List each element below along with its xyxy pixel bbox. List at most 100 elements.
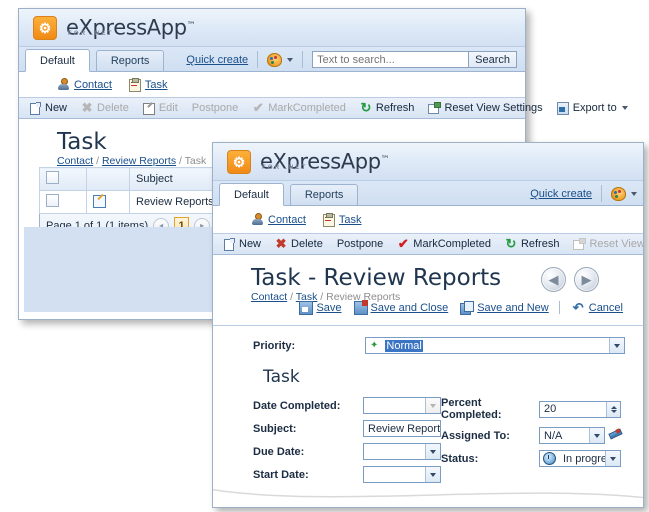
cancel-undo-icon: ↶ — [572, 300, 584, 315]
front-window: ⚙ eXpressApp™ FOR .NET Default Reports Q… — [212, 142, 644, 508]
tab-default[interactable]: Default — [25, 49, 90, 72]
toolbar-reset-label: Reset View Settings — [589, 238, 644, 250]
nav-link-contact[interactable]: Contact — [57, 78, 112, 91]
start-date-input[interactable] — [363, 466, 441, 483]
due-date-dropdown-button[interactable] — [425, 444, 440, 459]
save-and-close-button[interactable]: Save and Close — [353, 300, 449, 315]
toolbar-postpone-button[interactable]: Postpone — [187, 102, 243, 114]
screenshot-root: ⚙ eXpressApp™ FOR .NET Default Reports Q… — [0, 0, 649, 512]
nav-link-task[interactable]: Task — [322, 213, 362, 227]
back-button[interactable]: ◀ — [541, 267, 566, 292]
theme-palette-button[interactable] — [267, 53, 294, 67]
toolbar-edit-button[interactable]: Edit — [138, 102, 183, 115]
palette-icon — [611, 187, 626, 201]
save-and-new-button[interactable]: Save and New — [460, 301, 549, 315]
tab-reports[interactable]: Reports — [95, 50, 165, 71]
due-date-input[interactable] — [363, 443, 441, 460]
front-nav-strip: Contact Task — [213, 206, 643, 234]
save-and-close-label: Save and Close — [370, 301, 449, 314]
priority-bullet-icon: ✦ — [370, 340, 379, 351]
toolbar-markcompleted-button[interactable]: ✔ MarkCompleted — [392, 237, 496, 250]
toolbar-reset-view-settings-button[interactable]: Reset View Settings — [423, 102, 547, 114]
field-subject: Subject: Review Reports — [253, 420, 443, 437]
row-checkbox[interactable] — [46, 194, 59, 207]
toolbar-new-button[interactable]: New — [218, 238, 266, 251]
detail-action-bar: Save Save and Close Save and New ↶ Cance… — [253, 300, 623, 315]
quick-create-link[interactable]: Quick create — [186, 54, 248, 66]
toolbar-postpone-button[interactable]: Postpone — [332, 238, 388, 250]
priority-dropdown-button[interactable] — [609, 338, 624, 353]
front-brand-bar: ⚙ eXpressApp™ FOR .NET — [213, 143, 643, 181]
date-completed-input[interactable] — [363, 397, 441, 414]
back-toolbar: New ✖ Delete Edit Postpone ✔ MarkComplet… — [19, 98, 628, 119]
gear-logo-icon: ⚙ — [227, 149, 251, 174]
new-document-icon — [223, 238, 235, 251]
brand-text: eXpressApp™ FOR .NET — [260, 150, 390, 173]
quick-create-link[interactable]: Quick create — [530, 188, 592, 200]
back-tab-row: Default Reports Quick create Search — [19, 47, 525, 72]
reset-view-icon — [573, 238, 587, 250]
toolbar-export-to-button[interactable]: Export to — [552, 102, 633, 115]
search-button[interactable]: Search — [468, 51, 517, 68]
task-clipboard-icon — [128, 78, 141, 92]
breadcrumb-item-review-reports[interactable]: Review Reports — [102, 155, 176, 167]
toolbar-markcompleted-label: MarkCompleted — [413, 238, 491, 250]
nav-link-contact-label: Contact — [74, 78, 112, 91]
status-value: In progres — [563, 452, 605, 465]
toolbar-markcompleted-button[interactable]: ✔ MarkCompleted — [247, 100, 351, 115]
quantity-stepper[interactable] — [606, 401, 620, 417]
breadcrumb-item-contact[interactable]: Contact — [57, 155, 93, 167]
priority-combobox[interactable]: ✦ Normal — [365, 337, 625, 354]
edit-column-header — [86, 167, 130, 191]
percent-completed-label: Percent Completed: — [441, 397, 502, 421]
field-assigned-to: Assigned To: N/A — [441, 427, 629, 444]
edit-pencil-icon — [142, 102, 155, 115]
save-button[interactable]: Save — [299, 301, 342, 315]
status-combobox[interactable]: In progres — [539, 450, 621, 467]
toolbar-reset-view-settings-button[interactable]: Reset View Settings — [568, 238, 644, 250]
tab-default[interactable]: Default — [219, 183, 284, 206]
select-all-header[interactable] — [39, 167, 87, 191]
assigned-to-dropdown-button[interactable] — [589, 428, 604, 443]
save-and-close-icon — [353, 300, 368, 315]
new-document-icon — [29, 102, 41, 115]
brand-text: eXpressApp™ FOR .NET — [66, 16, 196, 39]
select-all-checkbox[interactable] — [46, 171, 59, 184]
search-input[interactable] — [312, 51, 469, 68]
chevron-down-icon — [594, 433, 600, 438]
save-label: Save — [316, 301, 342, 314]
toolbar-delete-button[interactable]: ✖ Delete — [76, 101, 134, 114]
export-icon — [556, 102, 569, 115]
date-completed-dropdown-button[interactable] — [425, 398, 440, 413]
row-edit-icon[interactable] — [93, 194, 107, 208]
row-edit-cell[interactable] — [86, 190, 130, 214]
row-select-cell[interactable] — [39, 190, 87, 214]
toolbar-delete-button[interactable]: ✖ Delete — [270, 237, 328, 250]
percent-completed-spinner[interactable]: 20 — [539, 400, 621, 418]
toolbar-refresh-button[interactable]: ↻ Refresh — [355, 101, 420, 114]
back-title-block: Task Contact / Review Reports / Task — [57, 129, 206, 167]
nav-link-task[interactable]: Task — [128, 78, 168, 92]
check-icon: ✔ — [252, 100, 264, 115]
subject-input[interactable]: Review Reports — [363, 420, 441, 437]
divider — [601, 185, 602, 202]
theme-palette-button[interactable] — [611, 187, 637, 201]
toolbar-new-button[interactable]: New — [24, 102, 72, 115]
priority-row: Priority: ✦ Normal — [253, 337, 625, 354]
breadcrumb-item-task: Task — [184, 155, 207, 167]
clock-icon — [543, 452, 556, 465]
nav-link-contact[interactable]: Contact — [251, 213, 306, 226]
contact-icon — [57, 78, 70, 91]
tab-reports[interactable]: Reports — [289, 184, 359, 205]
cancel-button[interactable]: ↶ Cancel — [572, 301, 623, 314]
toolbar-refresh-button[interactable]: ↻ Refresh — [500, 237, 565, 250]
forward-button[interactable]: ▶ — [574, 267, 599, 292]
page-title: Task - Review Reports — [251, 265, 502, 291]
open-link-icon[interactable] — [608, 428, 622, 443]
toolbar-export-label: Export to — [572, 102, 617, 114]
field-start-date: Start Date: — [253, 466, 443, 483]
assigned-to-combobox[interactable]: N/A — [539, 427, 605, 444]
start-date-dropdown-button[interactable] — [425, 467, 440, 482]
breadcrumb: Contact / Review Reports / Task — [57, 155, 206, 167]
status-dropdown-button[interactable] — [605, 451, 620, 466]
